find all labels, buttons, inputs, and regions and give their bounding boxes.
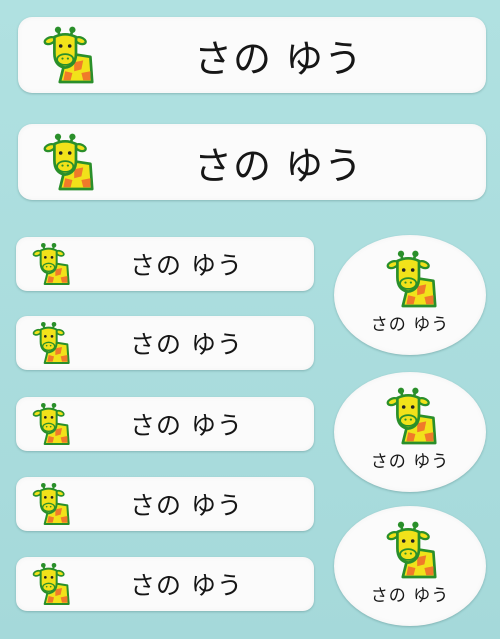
name-sticker-large: さの ゆう bbox=[18, 124, 486, 200]
sticker-name: さの ゆう bbox=[370, 451, 450, 472]
name-sticker-oval: さの ゆう bbox=[334, 506, 486, 626]
name-sticker-small: さの ゆう bbox=[16, 316, 314, 370]
name-sticker-small: さの ゆう bbox=[16, 557, 314, 611]
name-sticker-oval: さの ゆう bbox=[334, 372, 486, 492]
sticker-name: さの ゆう bbox=[130, 330, 243, 359]
sticker-name: さの ゆう bbox=[130, 571, 243, 600]
name-sticker-large: さの ゆう bbox=[18, 17, 486, 93]
name-sticker-small: さの ゆう bbox=[16, 477, 314, 531]
giraffe-icon bbox=[383, 250, 437, 308]
sticker-name: さの ゆう bbox=[370, 314, 450, 335]
sticker-name: さの ゆう bbox=[130, 411, 243, 440]
name-sticker-small: さの ゆう bbox=[16, 397, 314, 451]
name-sticker-oval: さの ゆう bbox=[334, 235, 486, 355]
giraffe-icon bbox=[30, 562, 70, 606]
giraffe-icon bbox=[30, 242, 70, 286]
sticker-name: さの ゆう bbox=[194, 36, 364, 81]
giraffe-icon bbox=[30, 402, 70, 446]
giraffe-icon bbox=[30, 321, 70, 365]
giraffe-icon bbox=[30, 482, 70, 526]
sticker-name: さの ゆう bbox=[130, 251, 243, 280]
sticker-name: さの ゆう bbox=[370, 585, 450, 606]
giraffe-icon bbox=[40, 26, 94, 84]
giraffe-icon bbox=[383, 387, 437, 445]
name-sticker-small: さの ゆう bbox=[16, 237, 314, 291]
giraffe-icon bbox=[383, 521, 437, 579]
giraffe-icon bbox=[40, 133, 94, 191]
sticker-name: さの ゆう bbox=[130, 491, 243, 520]
sticker-name: さの ゆう bbox=[194, 143, 364, 188]
name-sticker-sheet: さの ゆう さの ゆう さの ゆう さの ゆう さの ゆう さの ゆう さの ゆ… bbox=[0, 0, 500, 639]
